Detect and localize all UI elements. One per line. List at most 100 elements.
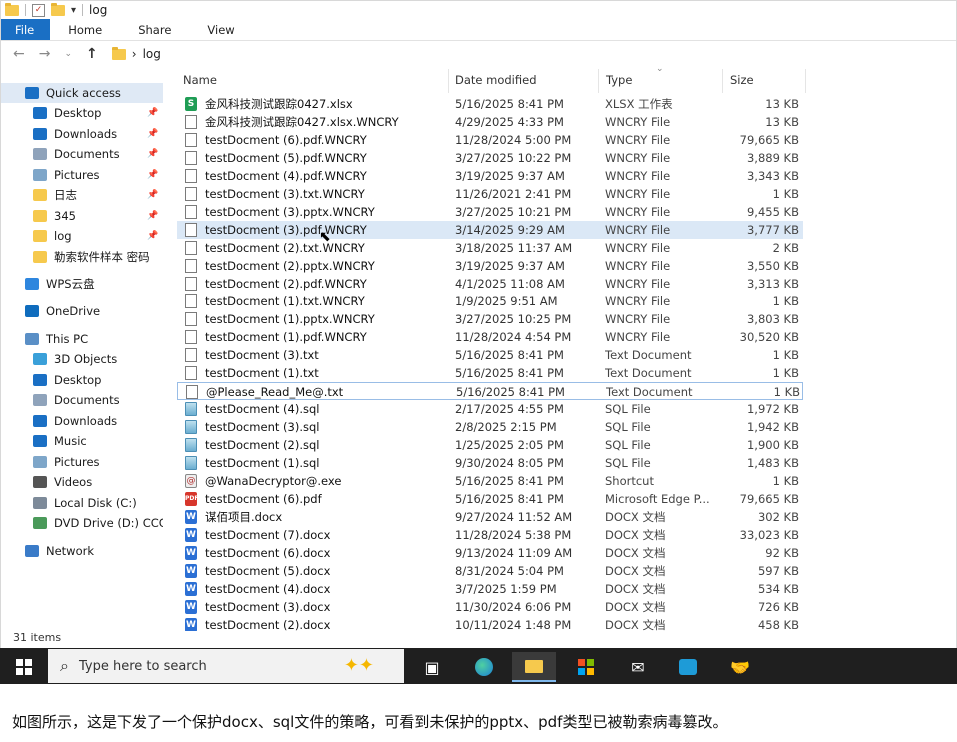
file-row[interactable]: 金风科技测试跟踪0427.xlsx.WNCRY 4/29/2025 4:33 PM…	[177, 113, 803, 131]
folder-icon	[5, 2, 19, 16]
quick-access-toolbar-dropdown-icon[interactable]: ▾	[71, 5, 76, 16]
file-row[interactable]: testDocment (1).sql 9/30/2024 8:05 PM SQL …	[177, 454, 803, 472]
file-row[interactable]: testDocment (3).pptx.WNCRY 3/27/2025 10:2…	[177, 203, 803, 221]
file-date: 5/16/2025 8:41 PM	[455, 97, 564, 111]
doc-file-icon	[185, 168, 197, 183]
back-arrow-icon[interactable]: ←	[13, 46, 25, 62]
ribbon-tabs: File Home Share View	[1, 19, 956, 41]
file-size: 79,665 KB	[739, 132, 799, 147]
file-explorer-icon[interactable]	[512, 652, 556, 682]
file-name: testDocment (2).pdf.WNCRY	[205, 276, 367, 291]
file-row[interactable]: W 谋佰项目.docx 9/27/2024 11:52 AM DOCX 文档 302 K…	[177, 508, 803, 526]
file-row[interactable]: testDocment (2).sql 1/25/2025 2:05 PM SQL …	[177, 436, 803, 454]
column-divider[interactable]	[598, 69, 599, 93]
file-row[interactable]: PDF testDocment (6).pdf 5/16/2025 8:41 PM M…	[177, 490, 803, 508]
file-row[interactable]: WtestDocment (4).docx 3/7/2025 1:59 PM DOC…	[177, 580, 803, 598]
file-row[interactable]: testDocment (1).pptx.WNCRY 3/27/2025 10:2…	[177, 310, 803, 328]
file-row[interactable]: testDocment (3).pdf.WNCRY 3/14/2025 9:29 …	[177, 220, 803, 239]
status-bar-item-count: 31 items	[13, 631, 62, 644]
column-header-size[interactable]: Size	[730, 69, 754, 91]
doc-file-icon	[185, 258, 197, 273]
address-bar[interactable]: › log	[111, 46, 161, 61]
file-size: 1 KB	[772, 294, 799, 309]
file-size: 13 KB	[765, 114, 799, 129]
file-row[interactable]: testDocment (5).pdf.WNCRY 3/27/2025 10:22…	[177, 149, 803, 167]
recent-locations-chevron-icon[interactable]: ⌄	[64, 49, 72, 59]
file-row[interactable]: testDocment (4).pdf.WNCRY 3/19/2025 9:37 …	[177, 167, 803, 185]
file-name: testDocment (7).docx	[205, 527, 331, 542]
file-name: testDocment (3).docx	[205, 599, 331, 614]
task-view-icon[interactable]: ▣	[410, 652, 454, 682]
file-row[interactable]: WtestDocment (5).docx 8/31/2024 5:04 PM DO…	[177, 562, 803, 580]
file-row[interactable]: WtestDocment (6).docx 9/13/2024 11:09 AM D…	[177, 544, 803, 562]
file-row[interactable]: WtestDocment (7).docx 11/28/2024 5:38 PM D…	[177, 526, 803, 544]
file-size: 534 KB	[757, 581, 799, 596]
file-row[interactable]: WtestDocment (3).docx 11/30/2024 6:06 PM D…	[177, 598, 803, 616]
file-row[interactable]: testDocment (3).txt 5/16/2025 8:41 PM Text…	[177, 346, 803, 364]
file-row[interactable]: S 金风科技测试跟踪0427.xlsx 5/16/2025 8:41 PM XLSX …	[177, 95, 803, 113]
file-row[interactable]: testDocment (2).txt.WNCRY 3/18/2025 11:37…	[177, 239, 803, 257]
file-date: 9/13/2024 11:09 AM	[455, 545, 573, 560]
file-row[interactable]: testDocment (1).txt.WNCRY 1/9/2025 9:51 A…	[177, 292, 803, 310]
file-row[interactable]: @Please_Read_Me@.txt 5/16/2025 8:41 PM Tex…	[177, 382, 803, 401]
edge-icon[interactable]	[462, 652, 506, 682]
handshake-icon[interactable]: 🤝	[718, 652, 762, 682]
file-size: 13 KB	[765, 97, 799, 111]
tab-file[interactable]: File	[1, 19, 51, 40]
file-row[interactable]: WtestDocment (2).docx 10/11/2024 1:48 PM D…	[177, 616, 803, 631]
breadcrumb-log[interactable]: log	[143, 47, 161, 61]
file-type: SQL File	[605, 456, 651, 470]
file-size: 79,665 KB	[739, 491, 799, 506]
taskbar-search-box[interactable]: ⌕ Type here to search ✦✦	[48, 649, 404, 683]
new-folder-icon[interactable]	[51, 2, 65, 16]
file-size: 3,343 KB	[746, 168, 799, 183]
file-date: 8/31/2024 5:04 PM	[455, 563, 564, 578]
file-size: 3,313 KB	[746, 276, 799, 291]
file-row[interactable]: testDocment (1).pdf.WNCRY 11/28/2024 4:54…	[177, 328, 803, 346]
xlsx-file-icon: S	[185, 97, 197, 111]
file-row[interactable]: testDocment (2).pdf.WNCRY 4/1/2025 11:08 …	[177, 275, 803, 293]
folder-icon	[111, 46, 126, 60]
column-divider[interactable]	[805, 69, 806, 93]
mail-icon[interactable]: ✉	[616, 652, 660, 682]
column-header-name[interactable]: Name	[183, 69, 217, 91]
store-icon[interactable]	[564, 652, 608, 682]
wps-icon[interactable]	[666, 652, 710, 682]
file-size: 726 KB	[757, 599, 799, 614]
file-row[interactable]: testDocment (3).txt.WNCRY 11/26/2021 2:41…	[177, 185, 803, 203]
column-divider[interactable]	[722, 69, 723, 93]
docx-file-icon: W	[185, 545, 197, 560]
pdf-file-icon: PDF	[185, 491, 198, 506]
file-type: Text Document	[605, 366, 692, 381]
column-header-date[interactable]: Date modified	[455, 69, 537, 91]
file-date: 2/17/2025 4:55 PM	[455, 402, 564, 417]
tab-view[interactable]: View	[189, 19, 252, 40]
file-name: testDocment (1).sql	[205, 456, 320, 470]
windows-start-icon[interactable]	[16, 659, 32, 675]
docx-file-icon: W	[185, 563, 197, 578]
file-size: 1,483 KB	[746, 456, 799, 470]
sql-file-icon	[185, 402, 197, 417]
file-row[interactable]: testDocment (4).sql 2/17/2025 4:55 PM SQL …	[177, 400, 803, 418]
file-row[interactable]: testDocment (6).pdf.WNCRY 11/28/2024 5:00…	[177, 131, 803, 149]
doc-file-icon	[185, 348, 197, 363]
sql-file-icon	[185, 456, 197, 470]
file-name: testDocment (1).pptx.WNCRY	[205, 312, 375, 327]
file-date: 5/16/2025 8:41 PM	[455, 348, 564, 363]
file-type: DOCX 文档	[605, 509, 666, 524]
tab-home[interactable]: Home	[50, 19, 120, 40]
forward-arrow-icon[interactable]: →	[39, 46, 51, 62]
file-size: 9,455 KB	[746, 204, 799, 219]
file-row[interactable]: testDocment (1).txt 5/16/2025 8:41 PM Text…	[177, 364, 803, 382]
up-arrow-icon[interactable]: ↑	[86, 46, 98, 62]
file-type: WNCRY File	[605, 168, 671, 183]
file-row[interactable]: @ @WanaDecryptor@.exe 5/16/2025 8:41 PM Sho…	[177, 472, 803, 490]
divider	[25, 4, 26, 16]
column-divider[interactable]	[448, 69, 449, 93]
file-row[interactable]: testDocment (3).sql 2/8/2025 2:15 PM SQL F…	[177, 418, 803, 436]
file-size: 597 KB	[757, 563, 799, 578]
file-row[interactable]: testDocment (2).pptx.WNCRY 3/19/2025 9:37…	[177, 257, 803, 275]
properties-icon[interactable]: ✓	[32, 3, 45, 17]
column-header-type[interactable]: Type	[606, 69, 632, 91]
tab-share[interactable]: Share	[120, 19, 189, 40]
